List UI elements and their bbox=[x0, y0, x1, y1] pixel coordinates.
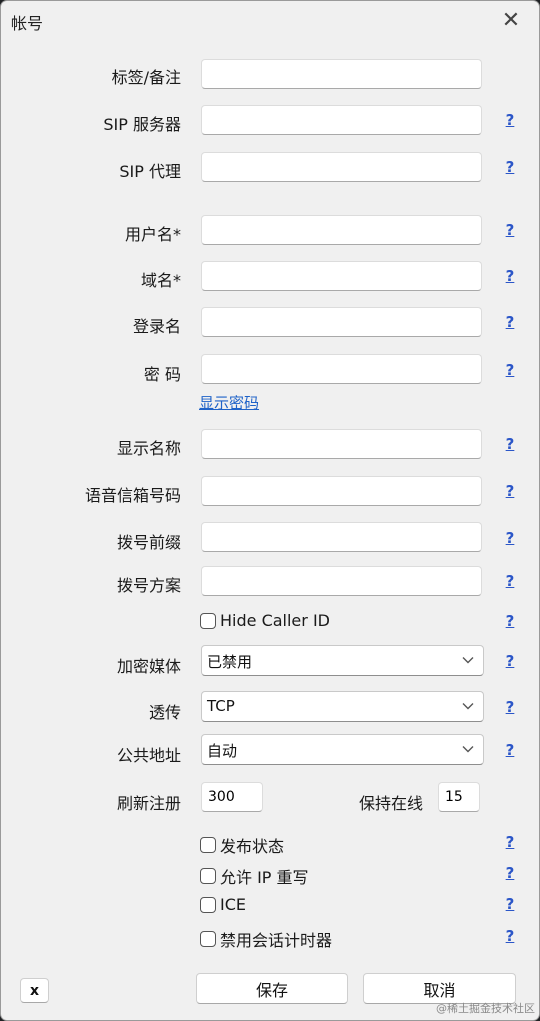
username-label: 用户名* bbox=[124, 225, 181, 244]
login-input[interactable] bbox=[201, 307, 482, 337]
encryption-select[interactable]: 已禁用 bbox=[201, 645, 484, 676]
ice-checkbox[interactable]: ICE bbox=[200, 895, 246, 914]
login-label: 登录名 bbox=[132, 317, 181, 336]
transport-help-link[interactable]: ? bbox=[504, 698, 516, 716]
encryption-help-link[interactable]: ? bbox=[504, 652, 516, 670]
dial-prefix-input[interactable] bbox=[201, 522, 482, 552]
dial-prefix-label: 拨号前缀 bbox=[116, 533, 181, 552]
username-help-link[interactable]: ? bbox=[504, 221, 516, 239]
publish-presence-help-link[interactable]: ? bbox=[504, 833, 516, 851]
close-icon[interactable]: ✕ bbox=[493, 3, 529, 37]
chevron-down-icon bbox=[462, 746, 474, 753]
domain-label: 域名* bbox=[140, 271, 181, 290]
voicemail-help-link[interactable]: ? bbox=[504, 482, 516, 500]
encryption-value: 已禁用 bbox=[207, 653, 253, 671]
disable-session-timer-checkbox[interactable]: 禁用会话计时器 bbox=[200, 927, 332, 951]
chevron-down-icon bbox=[462, 703, 474, 710]
domain-help-link[interactable]: ? bbox=[504, 267, 516, 285]
hide-caller-id-label: Hide Caller ID bbox=[220, 611, 330, 630]
dial-plan-label: 拨号方案 bbox=[116, 576, 181, 595]
tag-input[interactable] bbox=[201, 59, 482, 89]
x-button[interactable]: x bbox=[20, 978, 49, 1003]
allow-ip-rewrite-help-link[interactable]: ? bbox=[504, 864, 516, 882]
chevron-down-icon bbox=[462, 657, 474, 664]
display-name-label: 显示名称 bbox=[116, 439, 181, 458]
sip-proxy-label: SIP 代理 bbox=[119, 162, 181, 181]
title-bar: 帐号 ✕ bbox=[1, 1, 539, 39]
checkbox-box[interactable] bbox=[200, 837, 216, 853]
transport-label: 透传 bbox=[148, 703, 181, 722]
account-dialog: 帐号 ✕ 标签/备注 SIP 服务器 ? SIP 代理 ? 用户名* ? 域名*… bbox=[0, 0, 540, 1021]
ice-help-link[interactable]: ? bbox=[504, 895, 516, 913]
login-help-link[interactable]: ? bbox=[504, 313, 516, 331]
disable-session-timer-help-link[interactable]: ? bbox=[504, 927, 516, 945]
password-label: 密 码 bbox=[143, 365, 181, 384]
public-address-select[interactable]: 自动 bbox=[201, 734, 484, 765]
ice-label: ICE bbox=[220, 895, 246, 914]
checkbox-box[interactable] bbox=[200, 612, 216, 629]
encryption-label: 加密媒体 bbox=[116, 657, 181, 676]
disable-session-timer-label: 禁用会话计时器 bbox=[220, 931, 333, 950]
hide-caller-id-checkbox[interactable]: Hide Caller ID bbox=[200, 611, 330, 630]
keep-alive-input[interactable] bbox=[438, 782, 480, 812]
username-input[interactable] bbox=[201, 215, 482, 245]
sip-server-help-link[interactable]: ? bbox=[504, 111, 516, 129]
keep-alive-label: 保持在线 bbox=[358, 794, 423, 813]
allow-ip-rewrite-checkbox[interactable]: 允许 IP 重写 bbox=[200, 864, 309, 888]
checkbox-box[interactable] bbox=[200, 931, 216, 947]
display-name-help-link[interactable]: ? bbox=[504, 435, 516, 453]
dial-plan-input[interactable] bbox=[201, 566, 482, 596]
tag-label: 标签/备注 bbox=[111, 68, 181, 87]
register-refresh-label: 刷新注册 bbox=[116, 794, 181, 813]
domain-input[interactable] bbox=[201, 261, 482, 291]
password-help-link[interactable]: ? bbox=[504, 361, 516, 379]
voicemail-label: 语音信箱号码 bbox=[84, 486, 181, 505]
sip-proxy-input[interactable] bbox=[201, 152, 482, 182]
sip-proxy-help-link[interactable]: ? bbox=[504, 158, 516, 176]
public-address-help-link[interactable]: ? bbox=[504, 741, 516, 759]
sip-server-label: SIP 服务器 bbox=[103, 115, 181, 134]
display-name-input[interactable] bbox=[201, 429, 482, 459]
show-password-link[interactable]: 显示密码 bbox=[199, 392, 259, 413]
save-button[interactable]: 保存 bbox=[196, 973, 348, 1004]
public-address-value: 自动 bbox=[207, 742, 238, 760]
publish-presence-checkbox[interactable]: 发布状态 bbox=[200, 833, 284, 857]
hide-caller-id-help-link[interactable]: ? bbox=[504, 612, 516, 630]
publish-presence-label: 发布状态 bbox=[220, 837, 285, 856]
checkbox-box[interactable] bbox=[200, 868, 216, 884]
window-title: 帐号 bbox=[11, 14, 44, 33]
dial-prefix-help-link[interactable]: ? bbox=[504, 529, 516, 547]
password-input[interactable] bbox=[201, 354, 482, 384]
checkbox-box[interactable] bbox=[200, 896, 216, 913]
sip-server-input[interactable] bbox=[201, 105, 482, 135]
voicemail-input[interactable] bbox=[201, 476, 482, 506]
transport-value: TCP bbox=[207, 697, 235, 715]
watermark: @稀土掘金技术社区 bbox=[436, 1002, 535, 1015]
allow-ip-rewrite-label: 允许 IP 重写 bbox=[220, 868, 309, 887]
dial-plan-help-link[interactable]: ? bbox=[504, 572, 516, 590]
transport-select[interactable]: TCP bbox=[201, 691, 484, 722]
public-address-label: 公共地址 bbox=[116, 746, 181, 765]
